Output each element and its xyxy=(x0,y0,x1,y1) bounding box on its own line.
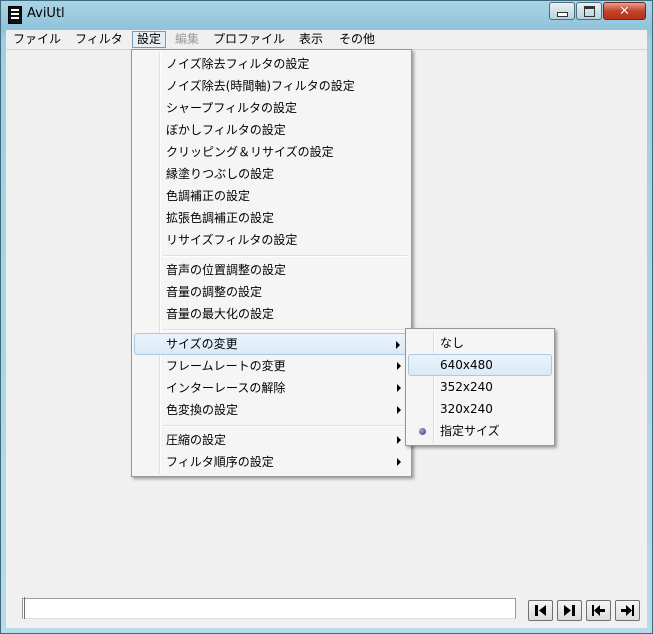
menu-edit[interactable]: 編集 xyxy=(171,31,203,48)
menu-item-label: 圧縮の設定 xyxy=(166,433,227,447)
minimize-icon xyxy=(556,11,568,17)
menu-item-color-correction[interactable]: 色調補正の設定 xyxy=(134,185,409,207)
size-submenu: なし 640x480 352x240 320x240 指定サイズ xyxy=(405,328,555,446)
menu-other[interactable]: その他 xyxy=(335,31,379,48)
submenu-arrow-icon xyxy=(397,384,401,392)
menu-filter[interactable]: フィルタ xyxy=(71,31,127,48)
step-forward-icon xyxy=(564,605,575,616)
submenu-arrow-icon xyxy=(397,362,401,370)
menu-item-ext-color-correction[interactable]: 拡張色調補正の設定 xyxy=(134,207,409,229)
submenu-item-320x240[interactable]: 320x240 xyxy=(408,398,552,420)
submenu-item-none[interactable]: なし xyxy=(408,332,552,354)
maximize-button[interactable] xyxy=(576,2,602,20)
submenu-arrow-icon xyxy=(396,341,400,349)
first-frame-button[interactable] xyxy=(586,600,611,621)
menu-item-temporal-noise-filter[interactable]: ノイズ除去(時間軸)フィルタの設定 xyxy=(134,75,409,97)
menu-item-color-conversion[interactable]: 色変換の設定 xyxy=(134,399,409,421)
caption-buttons: ✕ xyxy=(548,2,646,20)
skip-end-icon xyxy=(621,605,634,616)
menu-item-label: インターレースの解除 xyxy=(166,381,286,395)
menu-item-label: 指定サイズ xyxy=(440,424,500,438)
menu-bar: ファイル フィルタ 設定 編集 プロファイル 表示 その他 xyxy=(6,30,647,50)
menu-item-label: サイズの変更 xyxy=(166,337,238,351)
submenu-arrow-icon xyxy=(397,436,401,444)
menu-separator xyxy=(163,255,407,257)
menu-item-framerate-change[interactable]: フレームレートの変更 xyxy=(134,355,409,377)
skip-start-icon xyxy=(592,605,605,616)
step-back-icon xyxy=(535,605,546,616)
menu-file[interactable]: ファイル xyxy=(9,31,65,48)
menu-profile[interactable]: プロファイル xyxy=(209,31,289,48)
radio-checked-icon xyxy=(419,428,426,435)
prev-frame-button[interactable] xyxy=(528,600,553,621)
film-strip-icon[interactable] xyxy=(8,6,22,24)
menu-item-deinterlace[interactable]: インターレースの解除 xyxy=(134,377,409,399)
window-title: AviUtl xyxy=(27,6,65,21)
menu-view[interactable]: 表示 xyxy=(295,31,327,48)
menu-item-volume-maximize[interactable]: 音量の最大化の設定 xyxy=(134,303,409,325)
menu-item-label: フレームレートの変更 xyxy=(166,359,286,373)
menu-item-noise-filter[interactable]: ノイズ除去フィルタの設定 xyxy=(134,53,409,75)
seek-bar[interactable] xyxy=(22,597,516,619)
submenu-item-352x240[interactable]: 352x240 xyxy=(408,376,552,398)
last-frame-button[interactable] xyxy=(615,600,640,621)
menu-item-volume-adjust[interactable]: 音量の調整の設定 xyxy=(134,281,409,303)
submenu-arrow-icon xyxy=(397,458,401,466)
seek-thumb[interactable] xyxy=(24,597,29,619)
close-icon: ✕ xyxy=(619,3,630,19)
menu-item-sharpen-filter[interactable]: シャープフィルタの設定 xyxy=(134,97,409,119)
menu-item-filter-order[interactable]: フィルタ順序の設定 xyxy=(134,451,409,473)
settings-menu: ノイズ除去フィルタの設定 ノイズ除去(時間軸)フィルタの設定 シャープフィルタの… xyxy=(131,49,412,477)
menu-separator xyxy=(163,425,407,427)
close-button[interactable]: ✕ xyxy=(603,2,646,20)
menu-item-resize-filter[interactable]: リサイズフィルタの設定 xyxy=(134,229,409,251)
title-bar[interactable]: AviUtl ✕ xyxy=(1,1,652,29)
menu-item-border-fill[interactable]: 縁塗りつぶしの設定 xyxy=(134,163,409,185)
menu-settings[interactable]: 設定 xyxy=(132,31,167,48)
submenu-item-custom-size[interactable]: 指定サイズ xyxy=(408,420,552,442)
menu-item-label: 色変換の設定 xyxy=(166,403,239,417)
frame-nav-buttons xyxy=(528,600,644,621)
app-window: AviUtl ✕ ファイル フィルタ 設定 編集 プロファイル 表示 その他 ノ… xyxy=(0,0,653,634)
menu-item-audio-position[interactable]: 音声の位置調整の設定 xyxy=(134,259,409,281)
menu-item-label: フィルタ順序の設定 xyxy=(166,455,274,469)
next-frame-button[interactable] xyxy=(557,600,582,621)
submenu-arrow-icon xyxy=(397,406,401,414)
menu-item-compression[interactable]: 圧縮の設定 xyxy=(134,429,409,451)
submenu-item-640x480[interactable]: 640x480 xyxy=(408,354,552,376)
menu-separator xyxy=(163,329,407,331)
maximize-icon xyxy=(583,5,595,17)
menu-item-clipping-resize[interactable]: クリッピング＆リサイズの設定 xyxy=(134,141,409,163)
menu-item-size-change[interactable]: サイズの変更 xyxy=(134,333,409,355)
minimize-button[interactable] xyxy=(549,2,575,20)
menu-item-blur-filter[interactable]: ぼかしフィルタの設定 xyxy=(134,119,409,141)
